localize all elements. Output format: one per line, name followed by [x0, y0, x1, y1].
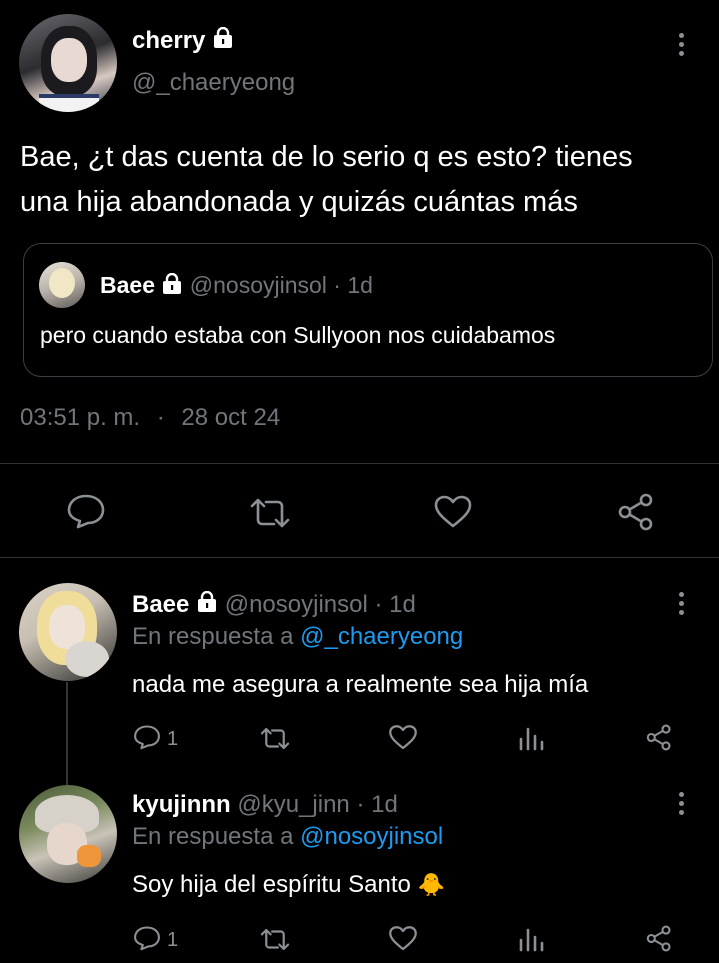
- more-options-icon[interactable]: [674, 592, 688, 619]
- tweet-date[interactable]: 28 oct 24: [181, 404, 280, 431]
- share-icon[interactable]: [645, 724, 673, 751]
- tweet-text-line: Bae, ¿t das cuenta de lo serio q es esto…: [20, 141, 633, 173]
- more-options-icon[interactable]: [674, 792, 688, 819]
- retweet-icon[interactable]: [248, 496, 292, 530]
- separator: ·: [156, 404, 165, 431]
- tweet-text: Bae, ¿t das cuenta de lo serio q es esto…: [20, 135, 633, 225]
- lock-icon: [196, 590, 218, 621]
- reply-prefix: En respuesta a: [132, 823, 294, 850]
- quoted-handle: @nosoyjinsol: [189, 272, 327, 298]
- avatar[interactable]: [19, 583, 117, 681]
- reply-text: Soy hija del espíritu Santo: [132, 871, 411, 898]
- more-options-icon[interactable]: [674, 33, 688, 60]
- quoted-display-name: Baee: [100, 272, 155, 298]
- lock-icon: [161, 272, 183, 302]
- analytics-icon[interactable]: [518, 725, 546, 751]
- post-age: · 1d: [356, 791, 398, 818]
- display-name[interactable]: cherry: [132, 27, 205, 54]
- display-name[interactable]: Baee: [132, 591, 189, 618]
- quoted-tweet-card[interactable]: Baee @nosoyjinsol · 1d pero cuando estab…: [23, 243, 713, 377]
- like-icon[interactable]: [433, 494, 473, 530]
- like-icon[interactable]: [388, 724, 418, 751]
- reply-to-link[interactable]: @_chaeryeong: [300, 623, 463, 650]
- avatar[interactable]: [19, 14, 117, 112]
- lock-icon: [212, 26, 234, 57]
- display-name[interactable]: kyujinnn: [132, 791, 231, 818]
- like-icon[interactable]: [388, 925, 418, 952]
- reply-icon[interactable]: [133, 925, 161, 951]
- quoted-text: pero cuando estaba con Sullyoon nos cuid…: [40, 322, 556, 348]
- share-icon[interactable]: [616, 493, 656, 531]
- share-icon[interactable]: [645, 925, 673, 952]
- reply-icon[interactable]: [133, 724, 161, 750]
- avatar[interactable]: [19, 785, 117, 883]
- analytics-icon[interactable]: [518, 926, 546, 952]
- reply-count: 1: [167, 728, 179, 750]
- reply-to-link[interactable]: @nosoyjinsol: [300, 823, 443, 850]
- avatar: [39, 262, 85, 308]
- post-age: · 1d: [374, 591, 416, 618]
- handle[interactable]: @nosoyjinsol: [225, 591, 368, 618]
- divider: [0, 557, 719, 558]
- tweet-text-line: una hija abandonada y quizás cuántas más: [20, 186, 578, 218]
- quoted-age: · 1d: [333, 272, 373, 298]
- handle[interactable]: @_chaeryeong: [132, 68, 295, 98]
- tweet-time[interactable]: 03:51 p. m.: [20, 404, 140, 431]
- reply-count: 1: [167, 929, 179, 951]
- reply-text: nada me asegura a realmente sea hija mía: [132, 671, 589, 698]
- divider: [0, 463, 719, 464]
- retweet-icon[interactable]: [259, 726, 291, 751]
- retweet-icon[interactable]: [259, 927, 291, 952]
- reply-prefix: En respuesta a: [132, 623, 294, 650]
- thread-line: [66, 682, 68, 785]
- reply-icon[interactable]: [66, 493, 106, 529]
- handle[interactable]: @kyu_jinn: [237, 791, 349, 818]
- chick-emoji-icon: 🐥: [417, 872, 445, 897]
